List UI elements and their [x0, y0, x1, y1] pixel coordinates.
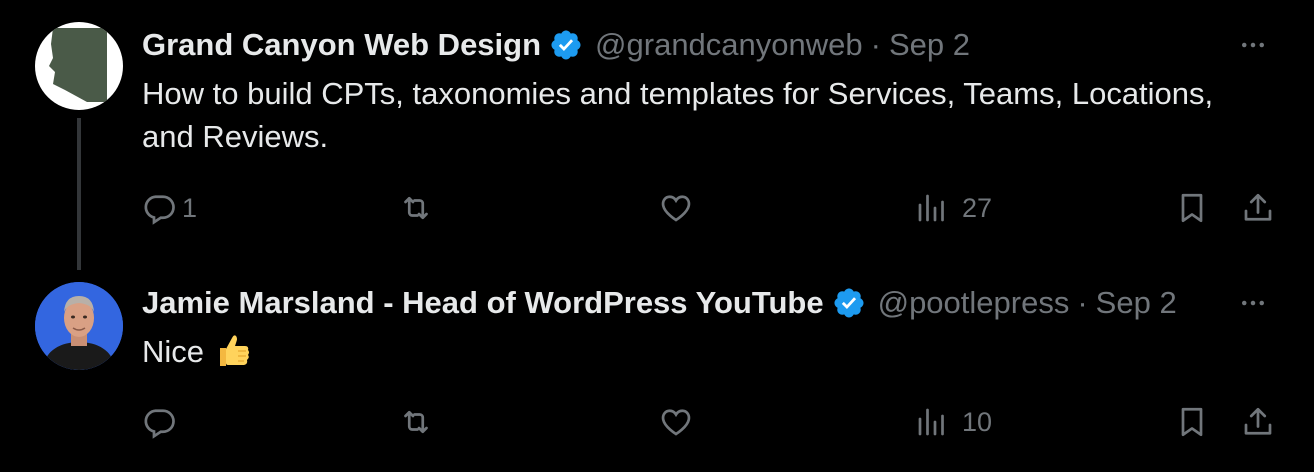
tweet-text: How to build CPTs, taxonomies and templa…	[142, 76, 1214, 154]
reply-button[interactable]: 1	[142, 183, 197, 233]
reply-icon	[144, 409, 175, 439]
person-portrait-icon	[35, 282, 123, 370]
reply-button[interactable]	[142, 397, 182, 447]
thumbs-up-icon	[212, 330, 252, 370]
views-button[interactable]: 10	[914, 397, 992, 447]
bookmark-button[interactable]	[1174, 183, 1210, 233]
share-icon	[1244, 407, 1272, 435]
retweet-button[interactable]	[398, 397, 438, 447]
views-button[interactable]: 27	[914, 183, 992, 233]
separator: ·	[870, 27, 881, 62]
avatar[interactable]	[35, 22, 123, 110]
share-button[interactable]	[1240, 183, 1276, 233]
tweet-text-container: Nice	[142, 330, 1222, 373]
like-button[interactable]	[658, 183, 698, 233]
tweet-actions: 1 27	[0, 183, 1314, 233]
views-chart-icon	[918, 408, 944, 436]
author-handle[interactable]: @pootlepress	[878, 285, 1070, 321]
tweet-text: Nice	[142, 334, 205, 369]
retweet-icon	[404, 196, 428, 220]
tweet-actions: 10	[0, 397, 1314, 447]
heart-icon	[661, 195, 691, 222]
retweet-button[interactable]	[398, 183, 438, 233]
arizona-map-icon	[49, 28, 107, 102]
bookmark-icon	[1181, 407, 1203, 437]
tweet-header: Jamie Marsland - Head of WordPress YouTu…	[142, 281, 1177, 325]
tweet[interactable]: Grand Canyon Web Design @grandcanyonweb …	[0, 0, 1314, 270]
view-count: 27	[962, 192, 993, 223]
bookmark-icon	[1181, 193, 1203, 223]
tweet-header: Grand Canyon Web Design @grandcanyonweb …	[142, 23, 970, 67]
retweet-icon	[404, 410, 428, 434]
heart-icon	[661, 409, 691, 436]
author-name[interactable]: Grand Canyon Web Design	[142, 27, 541, 63]
avatar[interactable]	[35, 282, 123, 370]
more-options-icon[interactable]	[1236, 286, 1270, 320]
bookmark-button[interactable]	[1174, 397, 1210, 447]
separator: ·	[1077, 285, 1088, 320]
reply-count: 1	[182, 192, 198, 223]
author-handle[interactable]: @grandcanyonweb	[595, 27, 863, 63]
more-options-icon[interactable]	[1236, 28, 1270, 62]
tweet[interactable]: Jamie Marsland - Head of WordPress YouTu…	[0, 262, 1314, 472]
like-button[interactable]	[658, 397, 698, 447]
author-name[interactable]: Jamie Marsland - Head of WordPress YouTu…	[142, 285, 824, 321]
view-count: 10	[962, 406, 993, 437]
share-button[interactable]	[1240, 397, 1276, 447]
share-icon	[1244, 193, 1272, 221]
views-chart-icon	[918, 194, 944, 222]
verified-badge-icon	[832, 286, 866, 320]
reply-icon	[144, 195, 175, 225]
verified-badge-icon	[549, 28, 583, 62]
tweet-date[interactable]: Sep 2	[889, 27, 970, 63]
tweet-date[interactable]: Sep 2	[1096, 285, 1177, 321]
